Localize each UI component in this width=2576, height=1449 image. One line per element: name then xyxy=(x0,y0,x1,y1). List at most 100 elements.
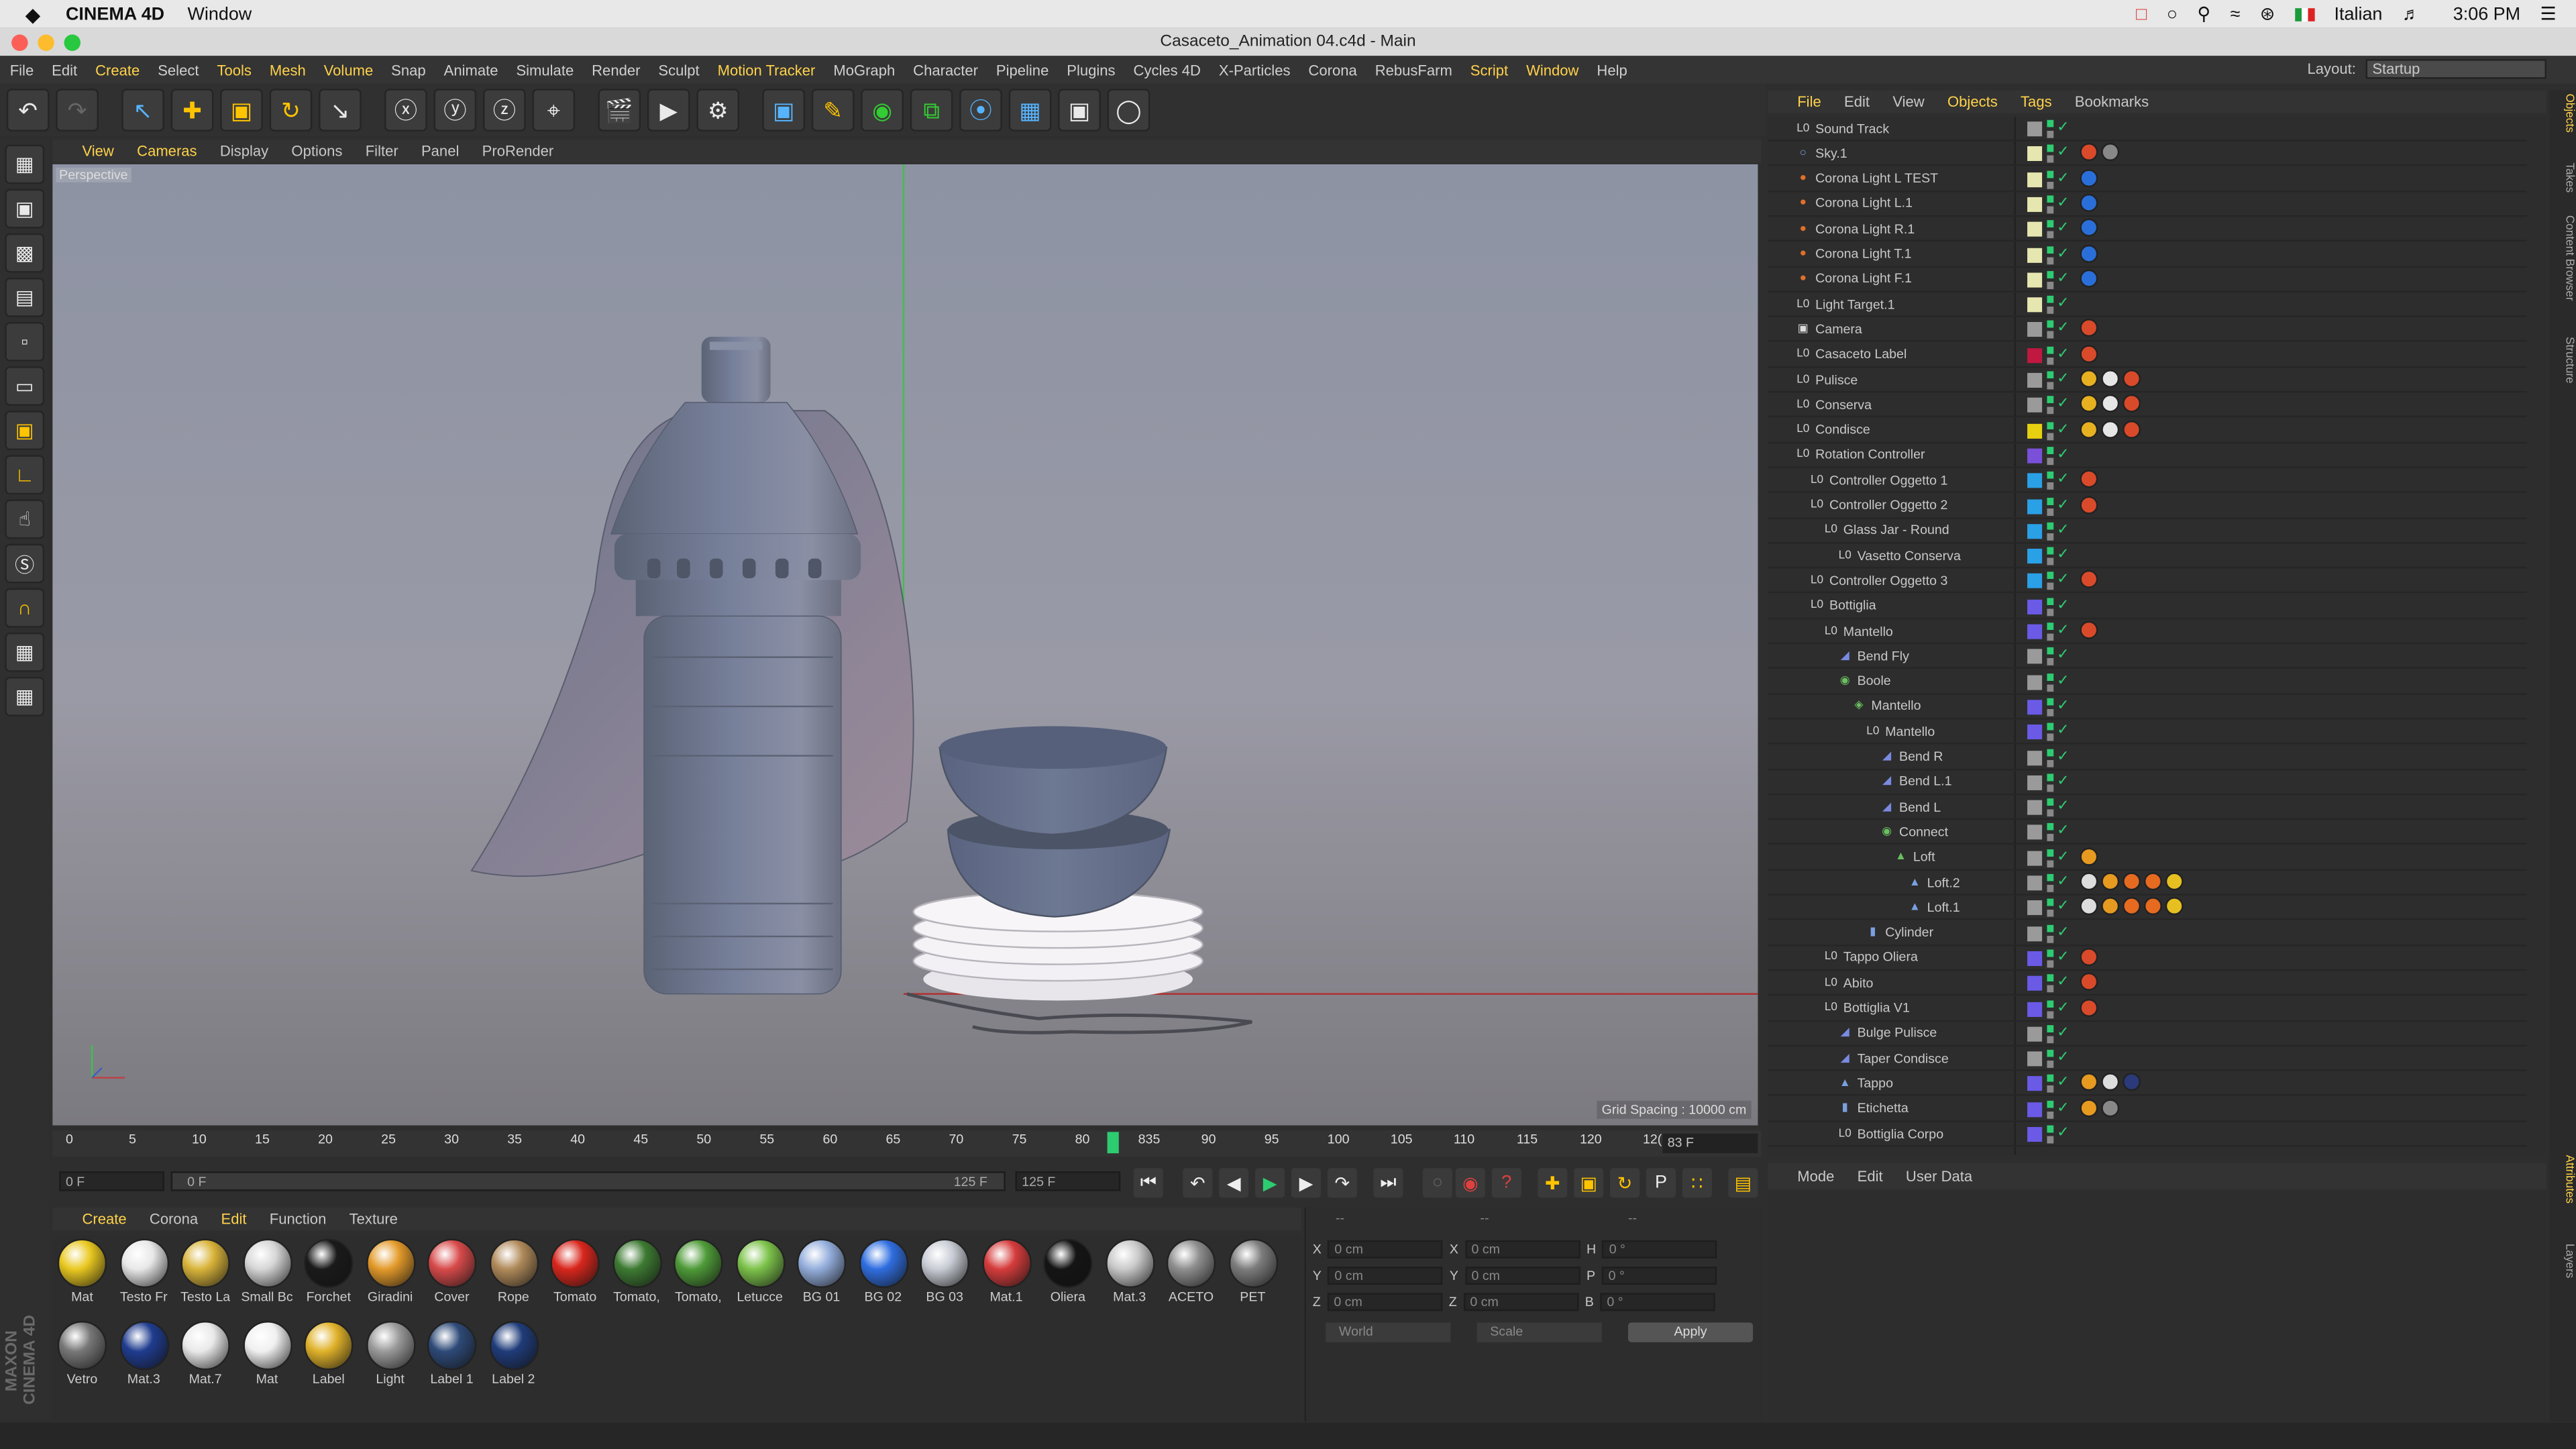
apple-icon[interactable]: ◆ xyxy=(0,3,66,25)
goto-end-icon[interactable]: ⏭ xyxy=(1373,1168,1403,1198)
material-menu-texture[interactable]: Texture xyxy=(350,1211,398,1227)
visibility-dots[interactable] xyxy=(2047,270,2054,289)
tag-icon[interactable] xyxy=(2165,897,2184,916)
attributes-menu-mode[interactable]: Mode xyxy=(1797,1168,1834,1184)
size-field[interactable]: 0 cm xyxy=(1464,1265,1580,1284)
material-swatch[interactable]: Mat.7 xyxy=(176,1318,235,1393)
object-row[interactable]: ◉ Connect ✓ xyxy=(1768,820,2527,845)
tag-icon[interactable] xyxy=(2123,897,2141,916)
menu-corona[interactable]: Corona xyxy=(1308,62,1356,78)
enable-check-icon[interactable]: ✓ xyxy=(2057,269,2069,287)
tag-icon[interactable] xyxy=(2080,370,2098,388)
layer-color-swatch[interactable] xyxy=(2027,222,2043,237)
enable-check-icon[interactable]: ✓ xyxy=(2057,1023,2069,1041)
enable-check-icon[interactable]: ✓ xyxy=(2057,370,2069,388)
object-row[interactable]: L0 Rotation Controller ✓ xyxy=(1768,443,2527,468)
object-menu-view[interactable]: View xyxy=(1892,94,1924,110)
visibility-dots[interactable] xyxy=(2047,899,2054,918)
object-row[interactable]: ▲ Loft.2 ✓ xyxy=(1768,871,2527,896)
object-row[interactable]: ▮ Cylinder ✓ xyxy=(1768,921,2527,946)
visibility-dots[interactable] xyxy=(2047,597,2054,616)
next-frame-icon[interactable]: ▶ xyxy=(1291,1168,1321,1198)
layout-dropdown[interactable]: Startup xyxy=(2365,59,2546,79)
enable-check-icon[interactable]: ✓ xyxy=(2057,898,2069,916)
tag-icon[interactable] xyxy=(2080,143,2098,162)
edges-mode-icon[interactable]: ▭ xyxy=(5,366,45,406)
start-frame-field[interactable]: 0 F xyxy=(59,1171,164,1191)
layer-color-swatch[interactable] xyxy=(2027,724,2043,740)
visibility-dots[interactable] xyxy=(2047,421,2054,440)
axis-mode-icon[interactable]: ∟ xyxy=(5,455,45,495)
key-pla-icon[interactable]: ∷ xyxy=(1682,1168,1712,1198)
layer-color-swatch[interactable] xyxy=(2027,624,2043,639)
tag-icon[interactable] xyxy=(2080,394,2098,413)
side-tab-content-browser[interactable]: Content Browser xyxy=(2551,215,2574,301)
object-row[interactable]: L0 Mantello ✓ xyxy=(1768,619,2527,645)
object-row[interactable]: ◢ Bend L.1 ✓ xyxy=(1768,770,2527,795)
object-row[interactable]: L0 Controller Oggetto 3 ✓ xyxy=(1768,569,2527,594)
object-row[interactable]: ● Corona Light R.1 ✓ xyxy=(1768,217,2527,242)
menu-edit[interactable]: Edit xyxy=(52,62,77,78)
layer-color-swatch[interactable] xyxy=(2027,850,2043,865)
planar-workplane-icon[interactable]: ▦ xyxy=(5,676,45,716)
object-row[interactable]: L0 Controller Oggetto 2 ✓ xyxy=(1768,494,2527,519)
side-tab-structure[interactable]: Structure xyxy=(2551,337,2574,384)
menu-motion-tracker[interactable]: Motion Tracker xyxy=(718,62,816,78)
object-row[interactable]: ▮ Etichetta ✓ xyxy=(1768,1097,2527,1122)
object-row[interactable]: L0 Condisce ✓ xyxy=(1768,419,2527,443)
visibility-dots[interactable] xyxy=(2047,1100,2054,1119)
end-frame-field[interactable]: 125 F xyxy=(1015,1171,1121,1191)
flag-icon[interactable] xyxy=(2294,7,2315,21)
scale-tool-icon[interactable]: ▣ xyxy=(220,89,263,131)
tag-icon[interactable] xyxy=(2080,897,2098,916)
material-swatch[interactable]: Rope xyxy=(484,1236,543,1311)
object-row[interactable]: ▲ Tappo ✓ xyxy=(1768,1072,2527,1097)
position-field[interactable]: 0 cm xyxy=(1328,1239,1444,1258)
visibility-dots[interactable] xyxy=(2047,823,2054,842)
object-row[interactable]: ▲ Loft.1 ✓ xyxy=(1768,896,2527,921)
layer-color-swatch[interactable] xyxy=(2027,800,2043,815)
tag-icon[interactable] xyxy=(2080,998,2098,1016)
tag-icon[interactable] xyxy=(2080,319,2098,338)
visibility-dots[interactable] xyxy=(2047,220,2054,239)
menu-snap[interactable]: Snap xyxy=(391,62,426,78)
select-tool-icon[interactable]: ↖ xyxy=(121,89,164,131)
visibility-dots[interactable] xyxy=(2047,924,2054,943)
layer-color-swatch[interactable] xyxy=(2027,549,2043,564)
enable-check-icon[interactable]: ✓ xyxy=(2057,1099,2069,1117)
menu-x-particles[interactable]: X-Particles xyxy=(1219,62,1291,78)
position-field[interactable]: 0 cm xyxy=(1328,1265,1444,1284)
layer-color-swatch[interactable] xyxy=(2027,649,2043,665)
make-editable-icon[interactable]: ▦ xyxy=(5,144,45,184)
enable-check-icon[interactable]: ✓ xyxy=(2057,973,2069,991)
layer-color-swatch[interactable] xyxy=(2027,749,2043,765)
tag-icon[interactable] xyxy=(2165,872,2184,891)
viewport-menu-options[interactable]: Options xyxy=(291,143,342,159)
floor-icon[interactable]: ▦ xyxy=(1008,89,1052,131)
enable-check-icon[interactable]: ✓ xyxy=(2057,394,2069,413)
object-row[interactable]: ◢ Bulge Pulisce ✓ xyxy=(1768,1022,2527,1046)
tag-icon[interactable] xyxy=(2080,219,2098,237)
visibility-dots[interactable] xyxy=(2047,873,2054,892)
material-swatch[interactable]: Testo Fr xyxy=(114,1236,173,1311)
menu-script[interactable]: Script xyxy=(1470,62,1508,78)
enable-check-icon[interactable]: ✓ xyxy=(2057,345,2069,363)
layer-color-swatch[interactable] xyxy=(2027,926,2043,941)
prev-key-icon[interactable]: ↶ xyxy=(1183,1168,1213,1198)
cube-object-icon[interactable]: ▣ xyxy=(762,89,806,131)
last-tool-icon[interactable]: ↘ xyxy=(319,89,362,131)
cloner-icon[interactable]: ⧉ xyxy=(910,89,953,131)
material-swatch[interactable]: Cover xyxy=(422,1236,481,1311)
edit-render-settings-icon[interactable]: ⚙ xyxy=(696,89,740,131)
magnet-icon[interactable]: ∩ xyxy=(5,588,45,628)
layer-color-swatch[interactable] xyxy=(2027,674,2043,690)
menu-plugins[interactable]: Plugins xyxy=(1067,62,1115,78)
menu-help[interactable]: Help xyxy=(1597,62,1627,78)
visibility-dots[interactable] xyxy=(2047,1125,2054,1144)
size-field[interactable]: 0 cm xyxy=(1464,1239,1580,1258)
visibility-dots[interactable] xyxy=(2047,949,2054,968)
visibility-dots[interactable] xyxy=(2047,195,2054,214)
visibility-dots[interactable] xyxy=(2047,145,2054,164)
tag-icon[interactable] xyxy=(2101,143,2120,162)
side-tab-attributes[interactable]: Attributes xyxy=(2551,1155,2574,1203)
